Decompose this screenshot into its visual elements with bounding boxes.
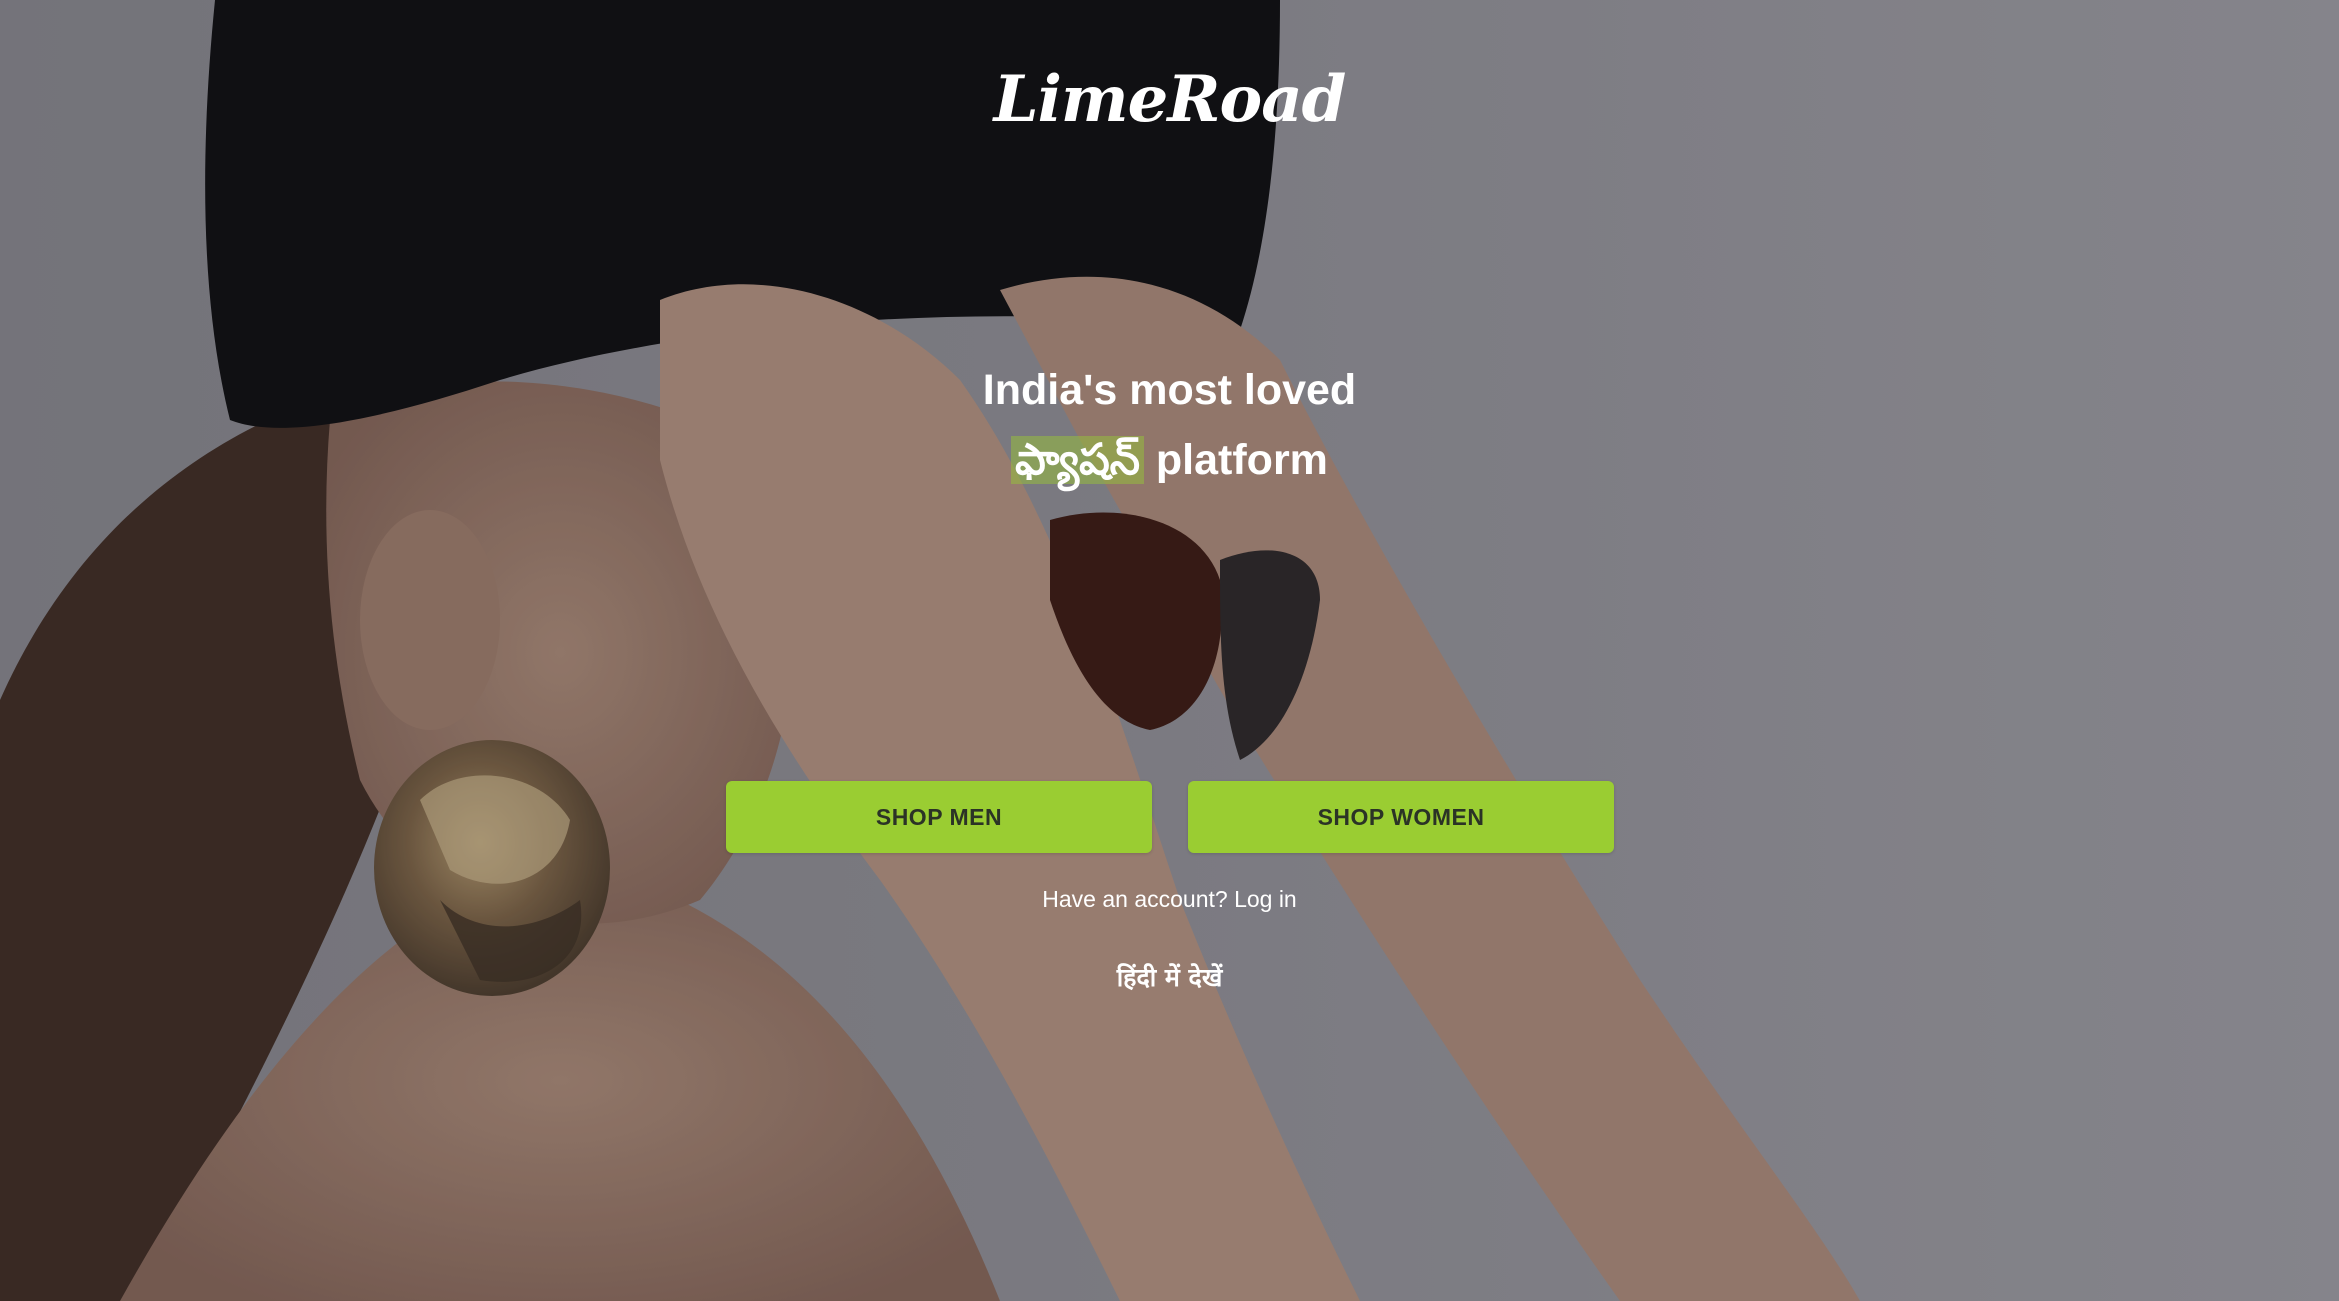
hindi-language-link[interactable]: हिंदी में देखें bbox=[1117, 963, 1223, 992]
login-link[interactable]: Log in bbox=[1234, 886, 1297, 912]
tagline-suffix: platform bbox=[1155, 436, 1328, 484]
limeroad-logo[interactable]: LimeRoad bbox=[0, 62, 2339, 137]
tagline-line-1: India's most loved bbox=[982, 366, 1357, 414]
tagline-line-2: ఫ్యాషన్ platform bbox=[0, 425, 2339, 495]
language-switch: हिंदी में देखें bbox=[0, 960, 2339, 994]
login-prompt: Have an account? Log in bbox=[0, 886, 2339, 913]
hero-tagline: India's most loved ఫ్యాషన్ platform bbox=[0, 355, 2339, 495]
shop-men-button[interactable]: SHOP MEN bbox=[726, 781, 1152, 853]
tagline-rotating-word: ఫ్యాషన్ bbox=[1011, 436, 1144, 484]
shop-women-button[interactable]: SHOP WOMEN bbox=[1188, 781, 1614, 853]
hero-content: LimeRoad India's most loved ఫ్యాషన్ plat… bbox=[0, 0, 2339, 1301]
landing-page: LimeRoad India's most loved ఫ్యాషన్ plat… bbox=[0, 0, 2339, 1301]
shop-buttons: SHOP MEN SHOP WOMEN bbox=[726, 781, 1614, 853]
account-prompt-text: Have an account? bbox=[1042, 886, 1228, 912]
